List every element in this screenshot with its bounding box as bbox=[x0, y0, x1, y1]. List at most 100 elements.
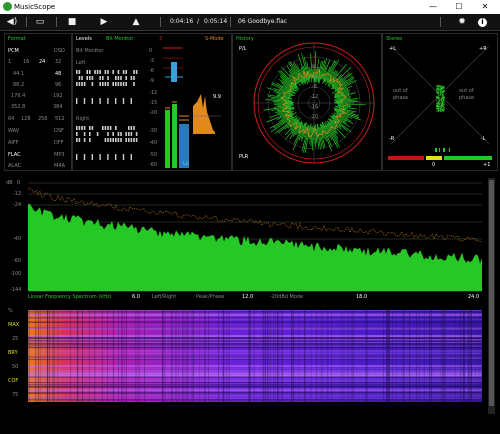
volume-icon[interactable]: ◀) bbox=[6, 17, 18, 27]
spectrogram-tick: 25 bbox=[12, 336, 19, 342]
db-tick: -100 bbox=[10, 271, 22, 277]
format-dsd-rate: 128 bbox=[21, 116, 31, 122]
toolbar-divider bbox=[160, 17, 161, 27]
db-label: dB bbox=[6, 180, 13, 186]
format-title: Format bbox=[8, 36, 26, 42]
history-panel: History P/L PLR 0 -4 -8 -12 -16 -20 bbox=[232, 33, 382, 171]
history-ring-label: -8 bbox=[312, 84, 317, 90]
format-pcm: PCM bbox=[8, 48, 19, 54]
spectrogram-tick: BRY bbox=[8, 350, 18, 356]
level-scale-tick: -20 bbox=[149, 110, 158, 116]
left-label: Left bbox=[76, 60, 86, 66]
format-dsd-rate: 512 bbox=[55, 116, 65, 122]
history-radar bbox=[253, 42, 375, 164]
plr-label: PLR bbox=[239, 154, 249, 160]
lu-label: LU bbox=[183, 161, 190, 167]
levels-panel: Levels Bit Monitor Bit Monitor Left Righ… bbox=[72, 33, 232, 171]
format-bits-1: 1 bbox=[8, 59, 12, 65]
db-tick: -12 bbox=[13, 191, 22, 197]
format-container: M4A bbox=[54, 163, 65, 169]
maximize-button[interactable]: ☐ bbox=[446, 1, 472, 13]
spectrogram-tick: MAX bbox=[8, 322, 20, 328]
format-rate: 192 bbox=[53, 93, 63, 99]
spectrogram-tick: COF bbox=[8, 378, 19, 384]
elapsed-time: 0:04:16 bbox=[170, 18, 194, 25]
vectorscope-dots bbox=[436, 85, 445, 112]
time-divider: / bbox=[197, 18, 200, 25]
history-ring-label: -16 bbox=[310, 104, 319, 110]
scrollbar[interactable] bbox=[488, 178, 495, 414]
play-icon[interactable]: ▶ bbox=[98, 17, 110, 27]
correlation-meter bbox=[388, 156, 492, 160]
minimize-button[interactable]: — bbox=[420, 1, 446, 13]
correlation-zero: 0 bbox=[432, 162, 436, 168]
format-bits-24: 24 bbox=[39, 59, 46, 65]
format-container: MP3 bbox=[54, 152, 65, 158]
toolbar-divider bbox=[56, 17, 57, 27]
toolbar-divider bbox=[26, 17, 27, 27]
toolbar: ◀) ▭ ■ ▶ ▲ 0:04:16 / 0:05:14 06 Goodbye.… bbox=[0, 14, 500, 31]
track-name: 06 Goodbye.flac bbox=[238, 18, 288, 25]
metronome-icon[interactable]: ▲ bbox=[130, 17, 142, 27]
format-container: ALAC bbox=[8, 163, 22, 169]
s-mode-label: S-Mode bbox=[205, 36, 224, 42]
bit-monitor-left bbox=[76, 68, 140, 108]
level-scale-tick: -3 bbox=[149, 58, 154, 64]
freq-tick: 12.0 bbox=[242, 294, 254, 300]
history-ring-label: -20 bbox=[310, 114, 319, 120]
format-container: DSF bbox=[54, 128, 64, 134]
app-logo-icon bbox=[3, 2, 12, 11]
loudness-histogram bbox=[193, 94, 215, 134]
format-rate: 352.8 bbox=[11, 104, 26, 110]
level-scale-tick: -40 bbox=[149, 140, 158, 146]
minus-r-label: -R bbox=[389, 136, 395, 142]
peak-phase-label[interactable]: Peak/Phase bbox=[196, 294, 225, 300]
spectrogram-panel: % MAX 25 BRY 50 COF 75 bbox=[4, 306, 486, 406]
spectrum-plot bbox=[28, 182, 482, 292]
toolbar-divider bbox=[230, 17, 231, 27]
scrollbar-thumb[interactable] bbox=[489, 180, 494, 406]
db-tick: 0 bbox=[17, 180, 21, 186]
info-icon[interactable]: i bbox=[478, 18, 487, 27]
format-dsd-rate: 256 bbox=[38, 116, 48, 122]
left-right-label[interactable]: Left/Right bbox=[152, 294, 176, 300]
level-scale: 0 -3 -6 -9 -12 -15 -20 -30 -40 -50 -60 bbox=[149, 48, 159, 168]
minus-l-label: -L bbox=[481, 136, 486, 142]
freq-tick: 6.0 bbox=[132, 294, 140, 300]
format-panel: Format PCM DSD 1 16 24 32 44.1 48 88.2 9… bbox=[4, 33, 72, 171]
spectrum-fill bbox=[28, 203, 482, 291]
format-dsd-rate: 64 bbox=[8, 116, 15, 122]
stop-icon[interactable]: ■ bbox=[66, 17, 78, 27]
format-rate: 48 bbox=[55, 71, 62, 77]
format-rate: 88.2 bbox=[13, 82, 25, 88]
format-container: DFF bbox=[54, 140, 64, 146]
plus-l-label: +L bbox=[389, 46, 396, 52]
levels-title: Levels bbox=[76, 36, 92, 42]
folder-icon[interactable]: ▭ bbox=[34, 17, 46, 27]
spectrum-panel: dB 0 -12 -24 -40 -60 -100 -144 Linear Fr… bbox=[4, 178, 486, 304]
format-bits-32: 32 bbox=[55, 59, 62, 65]
history-ring-label: -4 bbox=[312, 74, 317, 80]
correlation-ticks bbox=[407, 148, 467, 152]
close-button[interactable]: ✕ bbox=[472, 1, 498, 13]
level-scale-tick: -60 bbox=[149, 162, 158, 168]
total-time: 0:05:14 bbox=[204, 18, 228, 25]
level-scale-tick: 0 bbox=[149, 48, 153, 54]
format-dsd: DSD bbox=[54, 48, 65, 54]
gear-icon[interactable]: ✹ bbox=[456, 17, 468, 27]
db-tick: -40 bbox=[13, 236, 22, 242]
dbd-mode-label[interactable]: -20dBd Mode bbox=[270, 294, 303, 300]
db-tick: -24 bbox=[13, 202, 22, 208]
history-ring-label: 0 bbox=[312, 64, 316, 70]
spectrum-mode-label[interactable]: Linear Frequency Spectrum (kHz) bbox=[28, 294, 112, 300]
format-container: FLAC bbox=[8, 152, 21, 158]
peak-value: 9.9 bbox=[213, 94, 221, 100]
spectrogram-image bbox=[28, 310, 482, 402]
bit-monitor-right bbox=[76, 126, 138, 160]
bit-monitor-title: Bit Monitor bbox=[106, 36, 134, 42]
title-bar: MusicScope — ☐ ✕ bbox=[0, 0, 500, 14]
level-scale-tick: -9 bbox=[149, 78, 154, 84]
format-container: WAV bbox=[8, 128, 20, 134]
level-scale-tick: -30 bbox=[149, 128, 158, 134]
correlation-plus-one: +1 bbox=[483, 162, 491, 168]
